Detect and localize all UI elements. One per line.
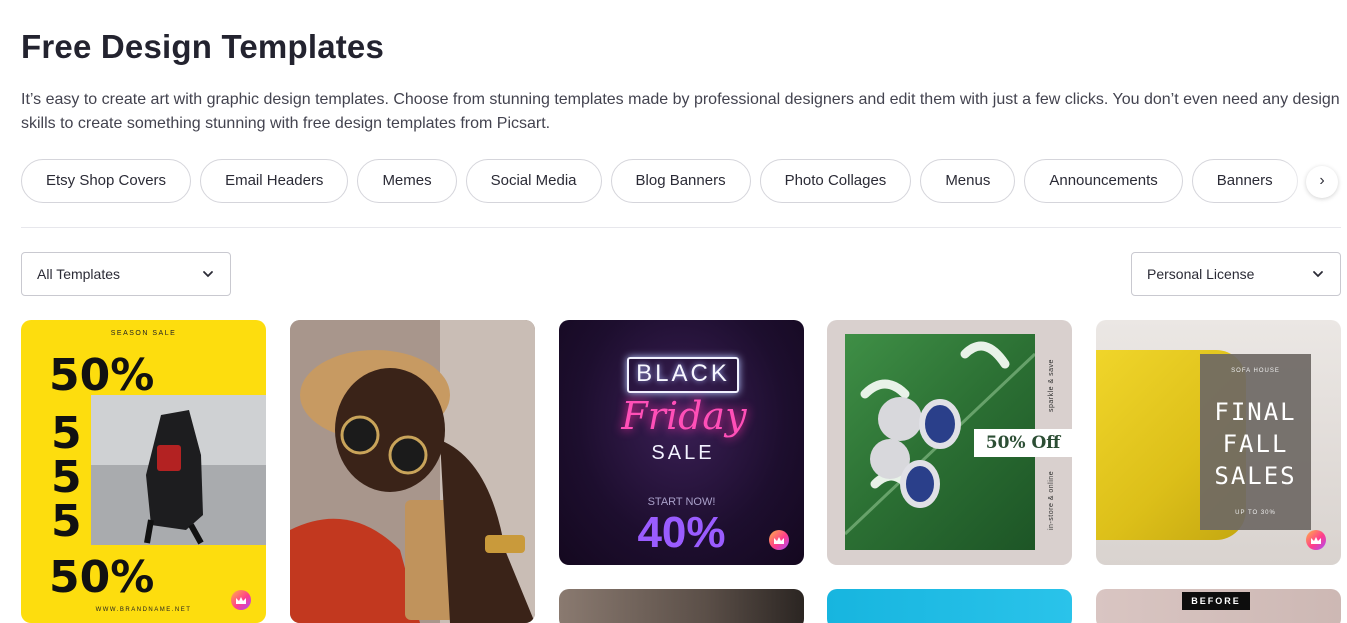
template-card-row2-3[interactable]: BEFORE bbox=[1096, 589, 1341, 623]
divider bbox=[21, 227, 1341, 228]
sofa-headline-line-3: SALES bbox=[1214, 462, 1297, 490]
category-chips: Etsy Shop Covers Email Headers Memes Social… bbox=[21, 159, 1341, 203]
template-card-season-sale[interactable]: SEASON SALE 50% 5 5 5 50% WWW.BRANDNAME.… bbox=[21, 320, 266, 623]
chip-photo-collages[interactable]: Photo Collages bbox=[759, 159, 912, 203]
earrings-side-top: sparkle & save bbox=[1048, 359, 1055, 412]
template-type-value: All Templates bbox=[37, 266, 121, 282]
chevron-down-icon bbox=[1313, 271, 1323, 278]
season-sale-line-1: 50% bbox=[49, 350, 155, 401]
season-sale-line-3: 5 bbox=[51, 452, 82, 503]
sofa-headline: FINAL FALL SALES bbox=[1200, 396, 1311, 492]
season-sale-line-2: 5 bbox=[51, 408, 82, 459]
sofa-house: SOFA HOUSE bbox=[1231, 368, 1280, 374]
season-sale-brand: WWW.BRANDNAME.NET bbox=[95, 607, 192, 613]
black-friday-start: START NOW! bbox=[647, 496, 716, 508]
page-intro: It’s easy to create art with graphic des… bbox=[21, 91, 1340, 132]
license-select[interactable]: Personal License bbox=[1131, 252, 1341, 296]
crown-icon bbox=[231, 590, 251, 610]
chip-memes[interactable]: Memes bbox=[357, 159, 457, 203]
chips-next-button[interactable]: › bbox=[1306, 166, 1338, 198]
season-sale-tag: SEASON SALE bbox=[110, 330, 177, 337]
before-label: BEFORE bbox=[1182, 592, 1250, 610]
template-card-portrait[interactable] bbox=[290, 320, 535, 623]
template-card-sofa[interactable]: SOFA HOUSE FINAL FALL SALES UP TO 30% bbox=[1096, 320, 1341, 565]
season-sale-line-5: 50% bbox=[49, 552, 155, 603]
season-sale-line-4: 5 bbox=[51, 496, 82, 547]
chip-email-headers[interactable]: Email Headers bbox=[200, 159, 349, 203]
page-title: Free Design Templates bbox=[21, 28, 385, 65]
sofa-headline-line-1: FINAL bbox=[1214, 398, 1297, 426]
chip-menus[interactable]: Menus bbox=[920, 159, 1016, 203]
chip-etsy-shop-covers[interactable]: Etsy Shop Covers bbox=[21, 159, 192, 203]
black-friday-sale: SALE bbox=[651, 442, 715, 464]
crown-icon bbox=[1306, 530, 1326, 550]
chip-announcements[interactable]: Announcements bbox=[1024, 159, 1183, 203]
black-friday-friday: Friday bbox=[621, 394, 747, 438]
crown-icon bbox=[769, 530, 789, 550]
sofa-upto: UP TO 30% bbox=[1235, 510, 1276, 516]
black-friday-black: BLACK bbox=[636, 360, 730, 387]
sofa-text-panel: SOFA HOUSE FINAL FALL SALES UP TO 30% bbox=[1200, 354, 1311, 530]
portrait-photo bbox=[290, 320, 535, 623]
template-card-black-friday[interactable]: BLACK Friday SALE START NOW! 40% bbox=[559, 320, 804, 565]
template-type-select[interactable]: All Templates bbox=[21, 252, 231, 296]
license-value: Personal License bbox=[1147, 266, 1255, 282]
earrings-side-bottom: in-store & online bbox=[1048, 470, 1055, 530]
chevron-down-icon bbox=[203, 271, 213, 278]
chip-blog-banners[interactable]: Blog Banners bbox=[610, 159, 751, 203]
earrings-offer: 50% Off bbox=[974, 429, 1072, 457]
template-card-row2-2[interactable] bbox=[827, 589, 1072, 623]
template-card-row2-1[interactable] bbox=[559, 589, 804, 623]
chevron-right-icon: › bbox=[1319, 172, 1325, 189]
sofa-headline-line-2: FALL bbox=[1222, 430, 1289, 458]
template-card-earrings[interactable]: 50% Off sparkle & save in-store & online bbox=[827, 320, 1072, 565]
chip-social-media[interactable]: Social Media bbox=[465, 159, 602, 203]
template-photo bbox=[91, 395, 266, 545]
black-friday-percent: 40% bbox=[637, 508, 726, 557]
